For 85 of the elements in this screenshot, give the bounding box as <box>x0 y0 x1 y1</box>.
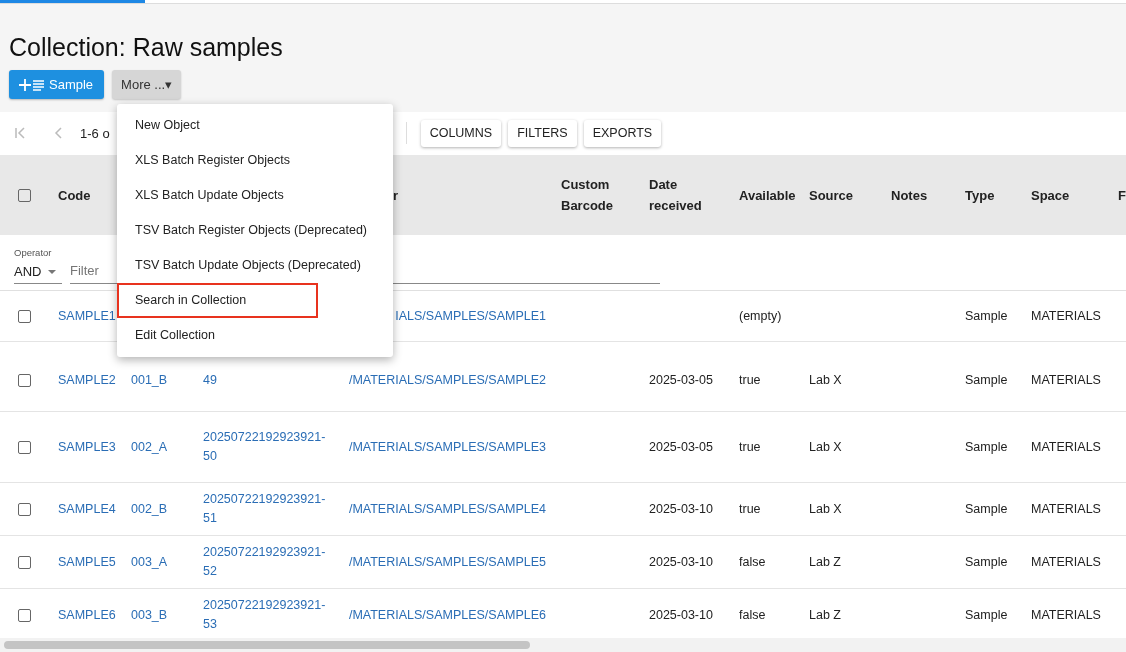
menu-item[interactable]: XLS Batch Register Objects <box>117 143 393 178</box>
table-cell-text: Lab Z <box>809 553 841 571</box>
column-header[interactable]: Notes <box>891 184 928 206</box>
table-link[interactable]: /MATERIALS/SAMPLES/SAMPLE2 <box>348 371 546 390</box>
toolbar-button[interactable]: EXPORTS <box>583 119 662 147</box>
menu-item[interactable]: TSV Batch Update Objects (Deprecated) <box>117 248 393 283</box>
menu-item[interactable]: Search in Collection <box>117 283 318 318</box>
table-link[interactable]: /MATERIALS/SAMPLES/SAMPLE6 <box>348 605 546 625</box>
table-link[interactable]: SAMPLE4 <box>58 499 116 519</box>
table-link[interactable]: SAMPLE5 <box>58 552 116 572</box>
row-checkbox[interactable] <box>18 374 31 387</box>
add-sample-button[interactable]: Sample <box>9 70 105 99</box>
table-cell-text: MATERIALS <box>1031 438 1101 456</box>
dropdown-caret-icon <box>47 268 58 275</box>
table-link[interactable]: 002_A <box>131 437 168 457</box>
operator-select[interactable]: Operator AND <box>14 247 62 284</box>
table-cell-text: Lab X <box>809 500 842 518</box>
scrollbar-thumb[interactable] <box>4 641 530 649</box>
page-range: 1-6 o <box>80 125 110 141</box>
menu-item[interactable]: XLS Batch Update Objects <box>117 178 393 213</box>
more-menu-button[interactable]: More ...▾ <box>112 70 182 99</box>
row-checkbox[interactable] <box>18 309 31 323</box>
row-checkbox[interactable] <box>18 502 31 516</box>
table-link[interactable]: 003_B <box>131 605 168 625</box>
table-cell-text: Lab Z <box>809 606 841 624</box>
table-cell-text: Sample <box>965 606 1008 624</box>
table-cell-text: false <box>739 553 766 571</box>
table-link[interactable]: 001_B <box>131 371 168 390</box>
table-link[interactable]: SAMPLE6 <box>58 605 116 625</box>
menu-item[interactable]: TSV Batch Register Objects (Deprecated) <box>117 213 393 248</box>
column-header[interactable]: r <box>393 184 399 206</box>
table-link[interactable]: SAMPLE2 <box>58 371 116 390</box>
table-cell-text: true <box>739 372 761 389</box>
row-checkbox[interactable] <box>18 608 31 622</box>
row-checkbox[interactable] <box>18 555 31 569</box>
table-cell-text: true <box>739 500 761 518</box>
table-cell-text: 2025-03-10 <box>649 553 713 571</box>
table-link[interactable]: /MATERIALS/SAMPLES/SAMPLE5 <box>348 552 546 572</box>
table-link[interactable]: SAMPLE1 <box>58 306 116 326</box>
column-header[interactable]: F <box>1118 184 1126 206</box>
column-header[interactable]: Space <box>1031 184 1070 206</box>
table-link[interactable]: 49 <box>203 371 217 390</box>
table-link[interactable]: IALS/SAMPLES/SAMPLE1 <box>395 306 546 326</box>
column-header[interactable]: Code <box>58 184 91 206</box>
column-header[interactable]: Type <box>965 184 995 206</box>
table-cell-text: Sample <box>965 500 1008 518</box>
table-cell-text: 2025-03-05 <box>649 438 713 456</box>
table-cell-text: MATERIALS <box>1031 372 1101 389</box>
table-cell-text: true <box>739 438 761 456</box>
column-header[interactable]: Available <box>739 184 796 206</box>
table-link[interactable]: SAMPLE3 <box>58 437 116 457</box>
table-link[interactable]: 20250722192923921-53 <box>203 596 333 634</box>
column-header[interactable]: Date received <box>649 174 729 216</box>
table-cell-text: MATERIALS <box>1031 606 1101 624</box>
table-cell-text: Sample <box>965 307 1008 325</box>
table-cell-text: (empty) <box>739 307 782 325</box>
table-cell-text: MATERIALS <box>1031 553 1101 571</box>
table-link[interactable]: 20250722192923921-51 <box>203 490 333 528</box>
column-header[interactable]: Custom Barcode <box>561 174 639 216</box>
table-cell-text: false <box>739 606 766 624</box>
table-cell-text: 2025-03-05 <box>649 372 713 389</box>
table-cell-text: Sample <box>965 438 1008 456</box>
row-checkbox[interactable] <box>18 440 31 454</box>
table-cell-text: Sample <box>965 553 1008 571</box>
column-header[interactable]: Source <box>809 184 854 206</box>
table-link[interactable]: 20250722192923921-50 <box>203 428 333 466</box>
table-link[interactable]: 002_B <box>131 499 168 519</box>
plus-list-icon <box>19 77 45 92</box>
table-cell-text: Sample <box>965 372 1008 389</box>
table-link[interactable]: /MATERIALS/SAMPLES/SAMPLE4 <box>348 499 546 519</box>
table-link[interactable]: /MATERIALS/SAMPLES/SAMPLE3 <box>348 437 546 457</box>
table-cell-text: Lab X <box>809 438 842 456</box>
menu-item[interactable]: Edit Collection <box>117 318 393 353</box>
table-cell-text: 2025-03-10 <box>649 606 713 624</box>
menu-item[interactable]: New Object <box>117 108 393 143</box>
table-link[interactable]: 003_A <box>131 552 168 572</box>
select-all-checkbox[interactable] <box>18 188 31 202</box>
table-cell-text: MATERIALS <box>1031 500 1101 518</box>
table-cell-text: Lab X <box>809 372 842 389</box>
table-cell-text: MATERIALS <box>1031 307 1101 325</box>
page-title: Collection: Raw samples <box>8 32 284 62</box>
table-cell-text: 2025-03-10 <box>649 500 713 518</box>
toolbar-button[interactable]: FILTERS <box>508 119 577 147</box>
toolbar-button[interactable]: COLUMNS <box>420 119 502 147</box>
table-link[interactable]: 20250722192923921-52 <box>203 543 333 581</box>
